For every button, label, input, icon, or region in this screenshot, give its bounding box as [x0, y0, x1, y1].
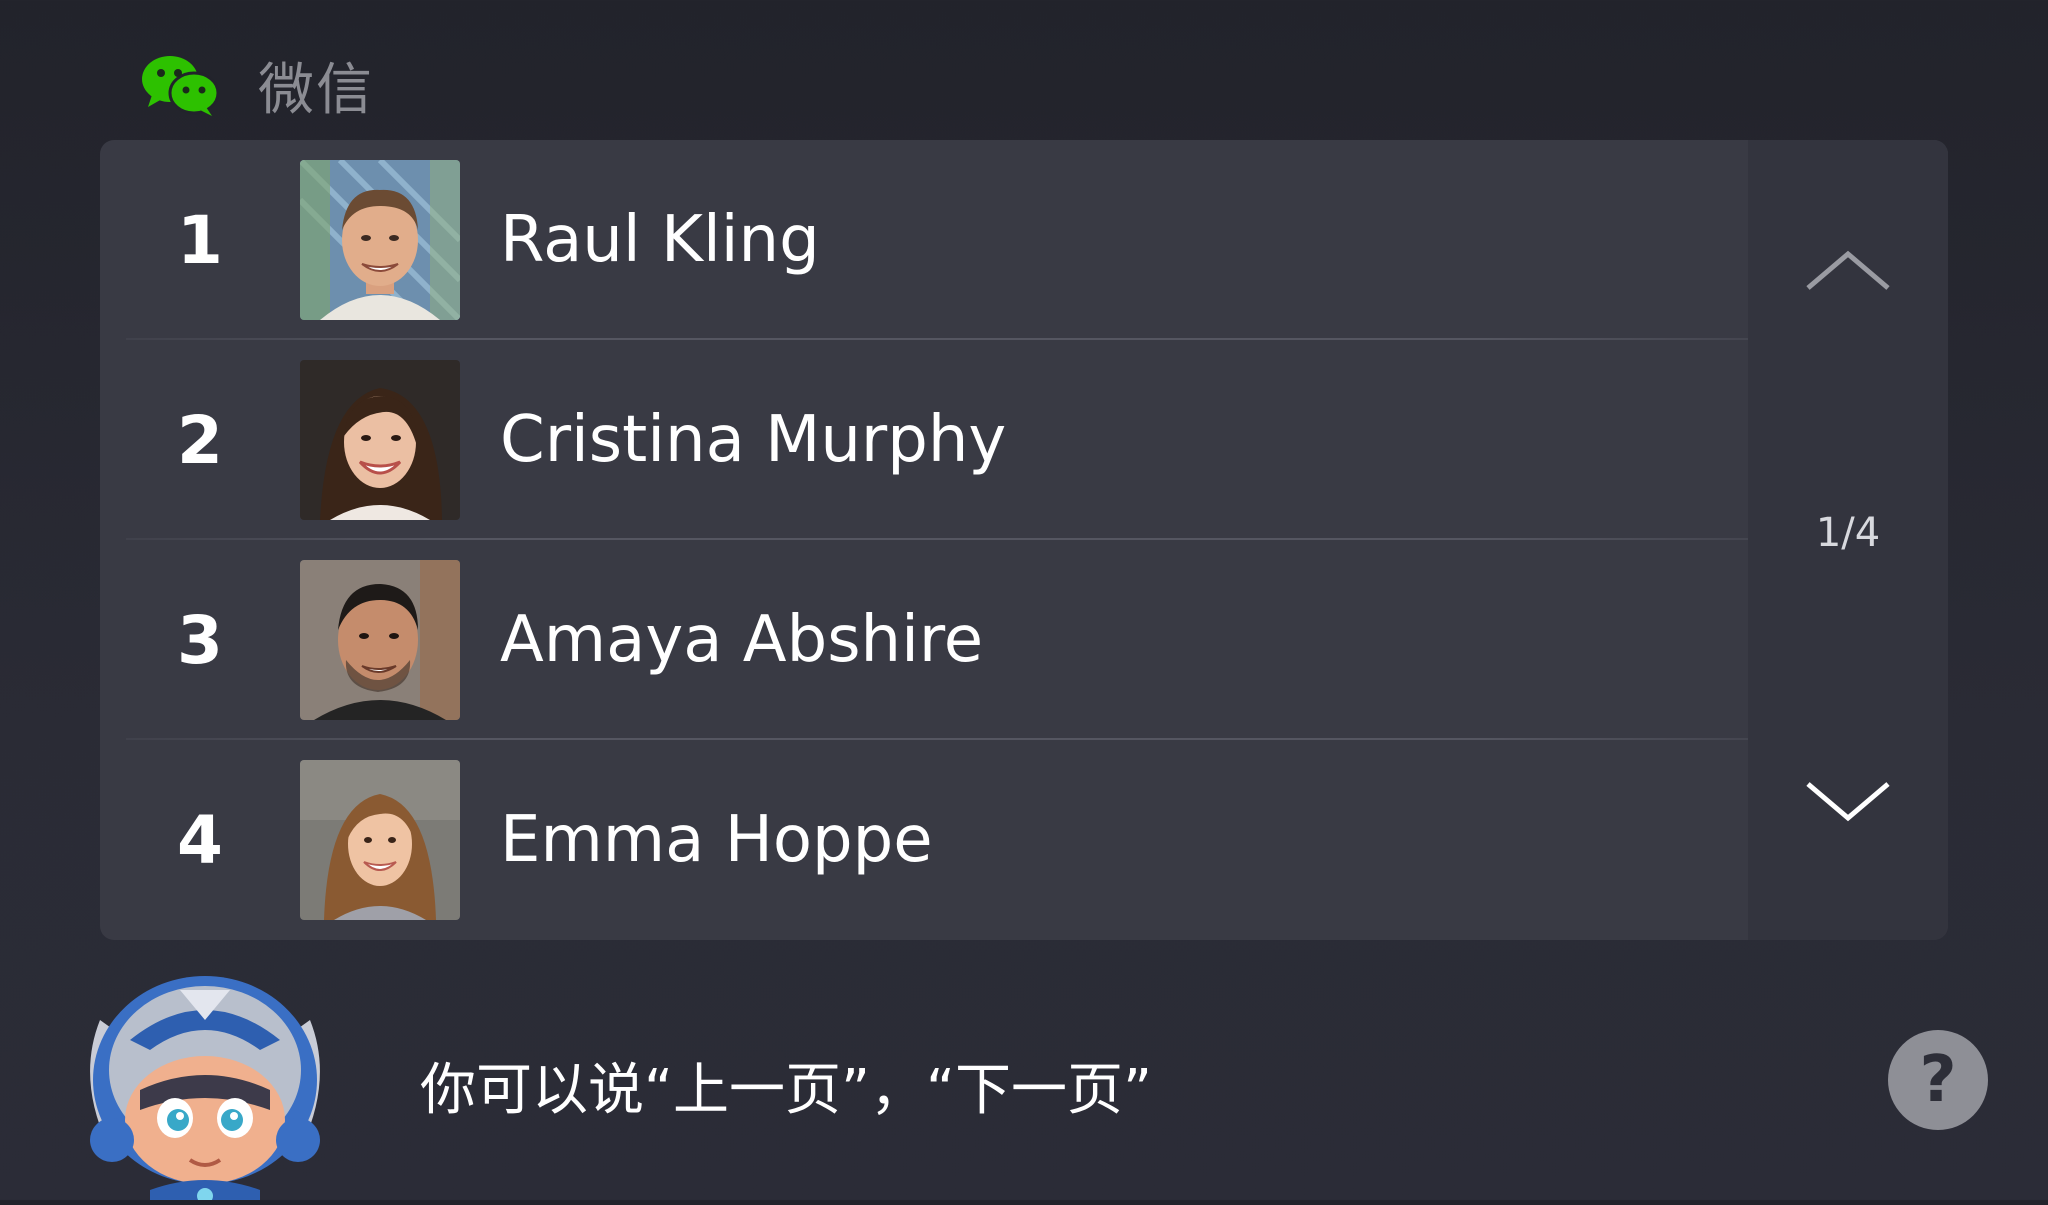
avatar [300, 760, 460, 920]
pager: 1/4 [1748, 140, 1948, 940]
avatar [300, 160, 460, 320]
wechat-icon [142, 56, 220, 116]
contact-row-4[interactable]: 4 Emma Hoppe [100, 740, 1848, 940]
contact-list-panel: 1 Raul Kling 2 Cristina Murphy 3 Amaya A… [100, 140, 1948, 940]
contact-row-1[interactable]: 1 Raul Kling [100, 140, 1848, 340]
chevron-up-icon [1806, 250, 1890, 290]
contact-name: Cristina Murphy [500, 403, 1007, 477]
contact-list: 1 Raul Kling 2 Cristina Murphy 3 Amaya A… [100, 140, 1848, 940]
row-index: 4 [177, 801, 223, 879]
row-index: 2 [177, 401, 223, 479]
app-title: 微信 [258, 57, 374, 123]
page-down-button[interactable] [1798, 760, 1898, 840]
contact-name: Emma Hoppe [500, 803, 933, 877]
app-header: 微信 [140, 40, 374, 130]
contact-name: Raul Kling [500, 203, 820, 277]
voice-hint-text: 你可以说“上一页”，“下一页” [420, 1058, 1153, 1123]
contact-name: Amaya Abshire [500, 603, 984, 677]
row-index: 1 [177, 201, 223, 279]
chevron-down-icon [1806, 782, 1890, 822]
avatar [300, 560, 460, 720]
page-up-button[interactable] [1798, 230, 1898, 310]
page-indicator: 1/4 [1815, 510, 1881, 556]
contact-row-3[interactable]: 3 Amaya Abshire [100, 540, 1848, 740]
row-index: 3 [177, 601, 223, 679]
avatar [300, 360, 460, 520]
robot-helmet-mascot [70, 960, 340, 1204]
help-button[interactable]: ? [1888, 1030, 1988, 1130]
contact-row-2[interactable]: 2 Cristina Murphy [100, 340, 1848, 540]
